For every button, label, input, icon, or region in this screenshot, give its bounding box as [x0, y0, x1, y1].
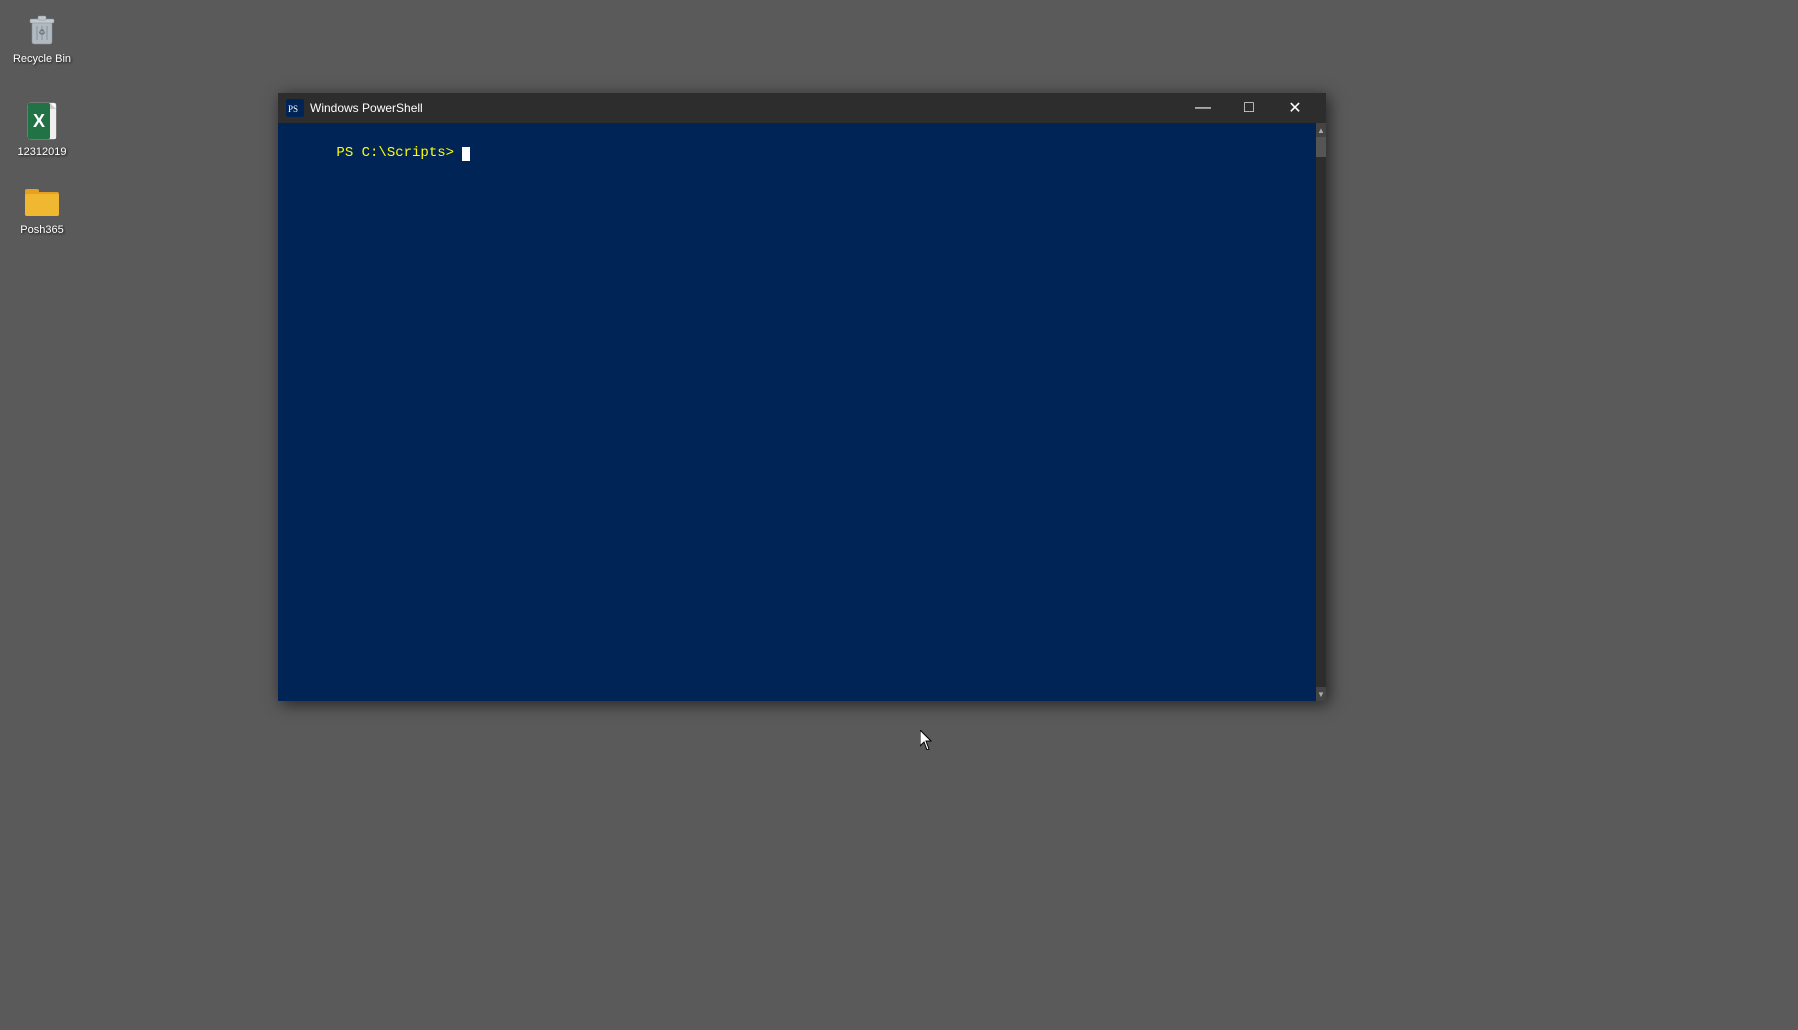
- maximize-button[interactable]: □: [1226, 93, 1272, 123]
- excel-file-label: 12312019: [18, 145, 67, 159]
- recycle-bin-label: Recycle Bin: [13, 52, 71, 66]
- posh365-folder-icon[interactable]: Posh365: [4, 175, 80, 241]
- recycle-bin-icon[interactable]: ♻ Recycle Bin: [4, 4, 80, 70]
- window-controls: — □ ✕: [1180, 93, 1318, 123]
- powershell-prompt: PS C:\Scripts>: [286, 129, 1318, 177]
- svg-text:X: X: [33, 111, 45, 131]
- powershell-titlebar[interactable]: PS Windows PowerShell — □ ✕: [278, 93, 1326, 123]
- scrollbar[interactable]: ▲ ▼: [1316, 123, 1326, 701]
- cursor: [462, 147, 470, 161]
- minimize-button[interactable]: —: [1180, 93, 1226, 123]
- powershell-title: Windows PowerShell: [310, 101, 1180, 115]
- svg-text:PS: PS: [288, 104, 298, 114]
- powershell-window: PS Windows PowerShell — □ ✕ PS C:\Script…: [278, 93, 1326, 701]
- powershell-body[interactable]: PS C:\Scripts> ▲ ▼: [278, 123, 1326, 701]
- posh365-folder-label: Posh365: [20, 223, 63, 237]
- scrollbar-track: [1316, 157, 1326, 687]
- posh365-folder-image: [22, 179, 62, 219]
- scrollbar-thumb[interactable]: [1316, 137, 1326, 157]
- recycle-bin-image: ♻: [22, 8, 62, 48]
- scroll-down-arrow[interactable]: ▼: [1316, 687, 1326, 701]
- powershell-icon: PS: [286, 99, 304, 117]
- close-button[interactable]: ✕: [1272, 93, 1318, 123]
- excel-file-icon[interactable]: X 12312019: [4, 97, 80, 163]
- scroll-up-arrow[interactable]: ▲: [1316, 123, 1326, 137]
- svg-text:♻: ♻: [38, 28, 45, 37]
- excel-file-image: X: [22, 101, 62, 141]
